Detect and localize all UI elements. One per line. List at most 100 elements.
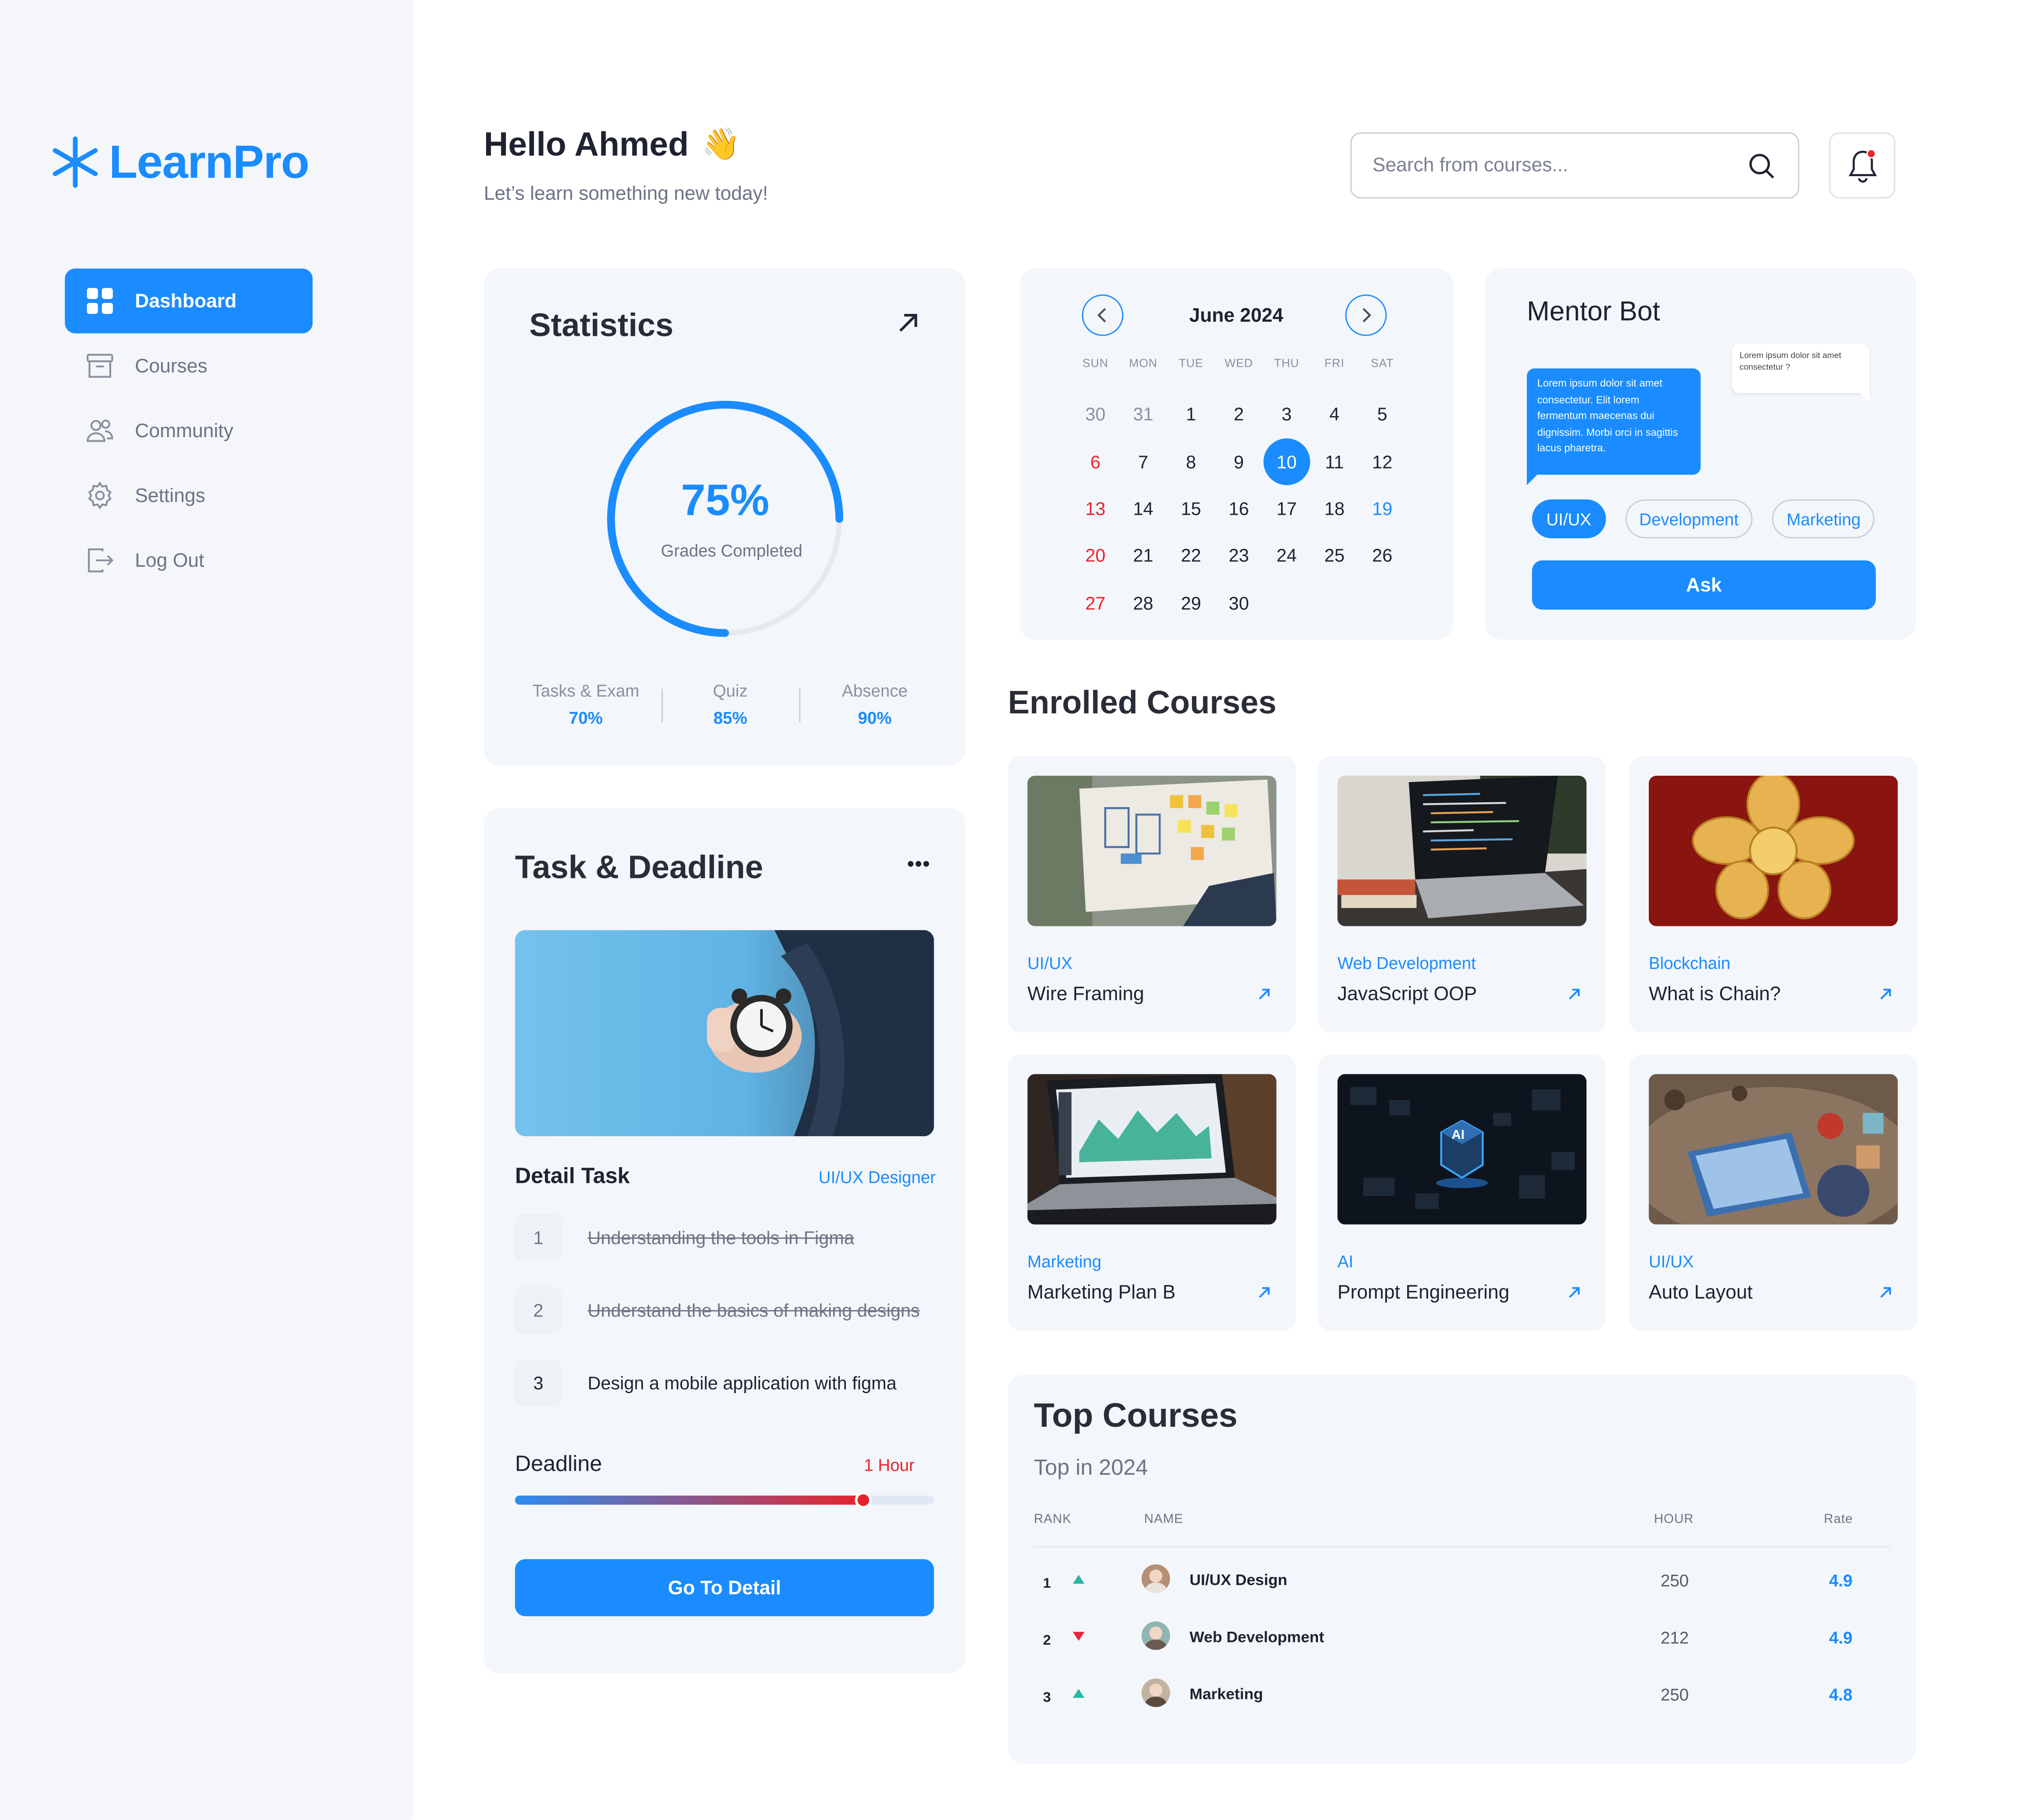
- search-icon[interactable]: [1746, 150, 1777, 181]
- chip-uiux[interactable]: UI/UX: [1532, 499, 1606, 539]
- calendar-day[interactable]: 21: [1119, 532, 1167, 579]
- go-to-detail-button[interactable]: Go To Detail: [515, 1559, 934, 1616]
- calendar-day[interactable]: 13: [1072, 485, 1120, 532]
- task-role[interactable]: UI/UX Designer: [818, 1168, 935, 1187]
- arrow-up-right-icon[interactable]: [1257, 1286, 1271, 1300]
- calendar-day[interactable]: 31: [1119, 391, 1167, 438]
- sidebar-item-label: Community: [135, 419, 234, 442]
- calendar-day[interactable]: 3: [1263, 391, 1311, 438]
- hour-cell: 250: [1660, 1571, 1689, 1590]
- name-cell: Marketing: [1189, 1685, 1263, 1703]
- chip-marketing[interactable]: Marketing: [1772, 499, 1875, 539]
- arrow-up-right-icon[interactable]: [1878, 987, 1893, 1001]
- whiteboard-image: [1027, 775, 1277, 926]
- calendar-day[interactable]: 6: [1072, 438, 1120, 485]
- ask-button[interactable]: Ask: [1532, 560, 1876, 610]
- logo[interactable]: LearnPro: [52, 134, 309, 191]
- calendar-day-number: 17: [1276, 498, 1297, 519]
- calendar-day[interactable]: 9: [1215, 438, 1263, 485]
- calendar-day[interactable]: 28: [1119, 579, 1167, 626]
- calendar-day[interactable]: 11: [1311, 438, 1359, 485]
- calendar-day[interactable]: 16: [1215, 485, 1263, 532]
- calendar-day[interactable]: 26: [1358, 532, 1406, 579]
- weekday-label: SUN: [1082, 356, 1108, 370]
- sidebar-item-dashboard[interactable]: Dashboard: [65, 268, 313, 334]
- deadline-progress: [515, 1491, 934, 1509]
- arrow-up-right-icon[interactable]: [1567, 1286, 1582, 1300]
- calendar-day-today[interactable]: 10: [1263, 438, 1311, 485]
- sidebar-nav: Dashboard Courses Community Settings Log…: [65, 268, 313, 593]
- course-card[interactable]: UI/UX Auto Layout: [1629, 1054, 1917, 1331]
- calendar-day[interactable]: 7: [1119, 438, 1167, 485]
- calendar-day[interactable]: 24: [1263, 532, 1311, 579]
- column-header-rank[interactable]: RANK: [1034, 1512, 1072, 1527]
- course-category: Marketing: [1027, 1251, 1102, 1272]
- calendar-day-number: 3: [1282, 404, 1292, 425]
- deadline-progress-fill: [515, 1495, 863, 1505]
- more-icon[interactable]: [907, 860, 930, 868]
- calendar-day[interactable]: 17: [1263, 485, 1311, 532]
- sidebar-item-courses[interactable]: Courses: [65, 333, 313, 398]
- course-card[interactable]: AI AI Prompt Engineering: [1318, 1054, 1606, 1331]
- calendar-day[interactable]: 22: [1167, 532, 1215, 579]
- calendar-day[interactable]: 4: [1311, 391, 1359, 438]
- calendar-day[interactable]: 8: [1167, 438, 1215, 485]
- task-item-3[interactable]: 3 Design a mobile application with figma: [515, 1359, 896, 1406]
- arrow-up-right-icon[interactable]: [1878, 1286, 1893, 1300]
- calendar-day-number: 19: [1372, 498, 1393, 519]
- calendar-day[interactable]: 15: [1167, 485, 1215, 532]
- sidebar-item-settings[interactable]: Settings: [65, 463, 313, 528]
- course-card[interactable]: Marketing Marketing Plan B: [1008, 1054, 1296, 1331]
- deadline-progress-knob[interactable]: [855, 1491, 872, 1509]
- calendar-day-number: 14: [1133, 498, 1153, 519]
- calendar-day[interactable]: 5: [1358, 391, 1406, 438]
- calendar-day[interactable]: 14: [1119, 485, 1167, 532]
- table-row[interactable]: 3 Marketing 250 4.8: [1008, 1669, 1916, 1726]
- arrow-up-right-icon[interactable]: [1567, 987, 1582, 1001]
- hour-cell: 250: [1660, 1685, 1689, 1705]
- alarm-clock-image: [515, 930, 934, 1137]
- calendar-day[interactable]: 23: [1215, 532, 1263, 579]
- weekday-label: MON: [1129, 356, 1158, 370]
- calendar-day-number: 9: [1234, 451, 1244, 472]
- column-header-hour[interactable]: HOUR: [1654, 1512, 1694, 1527]
- metric-label: Quiz: [713, 681, 748, 701]
- search-input[interactable]: [1372, 154, 1746, 177]
- calendar-day[interactable]: 12: [1358, 438, 1406, 485]
- notifications-button[interactable]: [1829, 132, 1895, 199]
- course-card[interactable]: UI/UX Wire Framing: [1008, 756, 1296, 1033]
- sidebar-item-logout[interactable]: Log Out: [65, 528, 313, 593]
- arrow-up-right-icon[interactable]: [1257, 987, 1271, 1001]
- table-row[interactable]: 1 UI/UX Design 250 4.9: [1008, 1555, 1916, 1612]
- calendar-day-number: 22: [1181, 545, 1201, 566]
- calendar-day[interactable]: 27: [1072, 579, 1120, 626]
- logout-icon: [88, 548, 114, 573]
- arrow-up-right-icon[interactable]: [896, 311, 920, 334]
- calendar-day-number: 21: [1133, 545, 1153, 566]
- calendar-day[interactable]: 2: [1215, 391, 1263, 438]
- calendar-day[interactable]: 30: [1215, 579, 1263, 626]
- course-card[interactable]: Blockchain What is Chain?: [1629, 756, 1917, 1033]
- task-item-1[interactable]: 1 Understanding the tools in Figma: [515, 1214, 854, 1261]
- table-row[interactable]: 2 Web Development 212 4.9: [1008, 1612, 1916, 1669]
- calendar-day-number: 6: [1090, 451, 1101, 472]
- column-header-name[interactable]: NAME: [1144, 1512, 1183, 1527]
- sidebar-item-community[interactable]: Community: [65, 398, 313, 463]
- course-name: Wire Framing: [1027, 983, 1144, 1005]
- wave-icon: 👋: [701, 127, 741, 162]
- chip-development[interactable]: Development: [1625, 499, 1753, 539]
- calendar-day[interactable]: 25: [1311, 532, 1359, 579]
- task-image: [515, 930, 934, 1137]
- calendar-day[interactable]: 19: [1358, 485, 1406, 532]
- calendar-day[interactable]: 1: [1167, 391, 1215, 438]
- next-month-button[interactable]: [1345, 294, 1387, 336]
- course-card[interactable]: Web Development JavaScript OOP: [1318, 756, 1606, 1033]
- calendar-day[interactable]: 30: [1072, 391, 1120, 438]
- calendar-day[interactable]: 18: [1311, 485, 1359, 532]
- calendar-day[interactable]: 29: [1167, 579, 1215, 626]
- logo-text: LearnPro: [109, 135, 309, 188]
- calendar-day-number: 16: [1229, 498, 1249, 519]
- task-item-2[interactable]: 2 Understand the basics of making design…: [515, 1286, 920, 1334]
- column-header-rate[interactable]: Rate: [1824, 1512, 1853, 1527]
- calendar-day[interactable]: 20: [1072, 532, 1120, 579]
